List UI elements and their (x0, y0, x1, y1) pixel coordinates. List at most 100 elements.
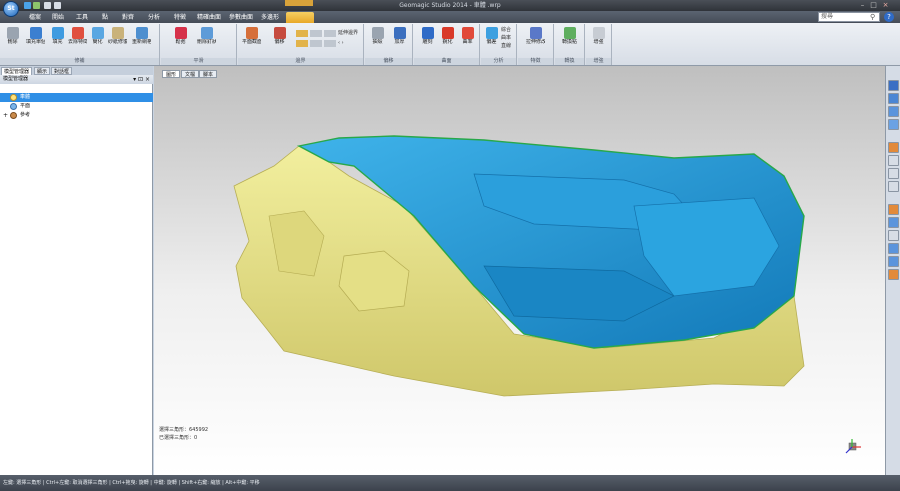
tab-file[interactable]: 檔案 (26, 12, 44, 23)
tab-points[interactable]: 點 (98, 12, 112, 23)
shape-icon[interactable] (310, 30, 322, 37)
group-features: 拉伸修改 特徵 (518, 24, 554, 65)
offset-button[interactable]: 偏移 (270, 27, 289, 51)
curvature-button[interactable]: 曲率 (458, 27, 477, 51)
deviation-button[interactable]: 偏差 (482, 27, 501, 51)
view-icon[interactable] (888, 106, 899, 117)
search-icon[interactable]: ⚲ (870, 13, 878, 21)
tab-graphics[interactable]: 圖形 (162, 70, 181, 78)
open-icon[interactable] (33, 2, 40, 9)
view-icon[interactable] (888, 80, 899, 91)
panel-title: 模型管理器 (3, 76, 29, 82)
convert-points-button[interactable]: 轉換點 (560, 27, 579, 51)
view-icon[interactable] (888, 256, 899, 267)
title-bar: Geomagic Studio 2014 - 車體 .wrp – □ × (0, 0, 900, 11)
group-label: 平滑 (161, 58, 236, 65)
view-icon[interactable] (888, 243, 899, 254)
remove-spikes-button[interactable]: 刪除釘狀物 (197, 27, 216, 51)
view-icon[interactable] (888, 204, 899, 215)
tab-align[interactable]: 對齊 (118, 12, 138, 23)
app-logo[interactable]: St (3, 1, 19, 17)
view-icon[interactable] (888, 93, 899, 104)
view-icon[interactable] (888, 155, 899, 166)
view-icon[interactable] (888, 269, 899, 280)
curvature-option[interactable]: 曲率 (501, 35, 511, 42)
nav-arrows-icon[interactable]: ‹ › (338, 40, 344, 47)
sandpaper-button[interactable]: 砂紙修復 (108, 27, 127, 51)
axis-triad-icon (845, 439, 861, 454)
tab-dialog[interactable]: 對話框 (51, 67, 73, 75)
extend-boundary-option[interactable]: 延伸邊界 (338, 30, 358, 37)
fill-single-button[interactable]: 填充單個孔 (26, 27, 45, 51)
view-icon[interactable] (888, 230, 899, 241)
tab-parametric-surfaces[interactable]: 參數曲面 (226, 12, 256, 23)
car-body-model[interactable] (154, 66, 885, 475)
context-tab-header (285, 0, 313, 6)
expand-icon[interactable]: + (3, 111, 8, 120)
graphics-viewport[interactable]: 圖形 文檔 腳本 選擇三角形：645992 已選擇三角形：0 (154, 66, 885, 475)
remove-features-button[interactable]: 去除特徵 (68, 27, 87, 51)
view-icon[interactable] (888, 142, 899, 153)
ribbon-tab-bar: 檔案 開始 工具 點 對齊 分析 特徵 精確曲面 參數曲面 多邊形 (0, 11, 900, 23)
tab-analysis[interactable]: 分析 (144, 12, 164, 23)
tab-tools[interactable]: 工具 (72, 12, 92, 23)
group-convert: 轉換點 轉換 (555, 24, 585, 65)
extrude-button[interactable]: 拉伸修改 (526, 27, 545, 51)
mesh-icon (10, 94, 17, 101)
window-title: Geomagic Studio 2014 - 車體 .wrp (399, 2, 501, 9)
fill-button[interactable]: 填充 (48, 27, 67, 51)
comprehensive-option[interactable]: 綜合 (501, 27, 511, 34)
shape-icon[interactable] (324, 40, 336, 47)
group-label: 轉換 (555, 58, 584, 65)
group-analysis: 偏差 綜合 曲率 直線 分析 (481, 24, 517, 65)
remesh-button[interactable]: 重新網格 (132, 27, 151, 51)
tab-polygons-active[interactable] (286, 12, 314, 23)
group-label: 特徵 (518, 58, 553, 65)
tree-item-reference[interactable]: + 參考 (0, 111, 153, 120)
view-icon[interactable] (888, 181, 899, 192)
tab-exact-surfaces[interactable]: 精確曲面 (196, 12, 222, 23)
enhance-button[interactable]: 增強 (589, 27, 608, 51)
shape-icon[interactable] (296, 40, 308, 47)
tab-display[interactable]: 顯示 (34, 67, 51, 75)
sharpen-button[interactable]: 銳化 (438, 27, 457, 51)
group-label: 邊界 (238, 58, 363, 65)
view-icon[interactable] (888, 119, 899, 130)
minimize-icon[interactable]: – (858, 1, 867, 9)
close-icon[interactable]: × (881, 1, 890, 9)
shell-button[interactable]: 抽殼 (368, 27, 387, 51)
tab-polygons[interactable]: 多邊形 (256, 12, 284, 23)
decimate-button[interactable]: 簡化 (88, 27, 107, 51)
reference-icon (10, 112, 17, 119)
sculpt-button[interactable]: 雕刻 (418, 27, 437, 51)
group-label: 曲面 (414, 58, 479, 65)
group-label: 修補 (0, 58, 159, 65)
tab-features[interactable]: 特徵 (170, 12, 190, 23)
redo-icon[interactable] (54, 2, 61, 9)
tree-item-body[interactable]: 車體 (0, 93, 153, 102)
shape-icon[interactable] (324, 30, 336, 37)
save-icon[interactable] (24, 2, 31, 9)
relax-button[interactable]: 鬆弛 (171, 27, 190, 51)
shape-icon[interactable] (296, 30, 308, 37)
tree-item-plane[interactable]: 平面 (0, 102, 153, 111)
tab-script[interactable]: 腳本 (199, 70, 218, 78)
delete-button[interactable]: 刪除 (3, 27, 22, 51)
tab-document[interactable]: 文檔 (181, 70, 200, 78)
line-option[interactable]: 直線 (501, 43, 511, 50)
group-label: 分析 (481, 58, 516, 65)
maximize-icon[interactable]: □ (869, 1, 878, 9)
shape-icon[interactable] (310, 40, 322, 47)
tab-model-manager[interactable]: 模型管理器 (1, 67, 33, 75)
view-icon[interactable] (888, 168, 899, 179)
model-manager-panel: 模型管理器 顯示 對話框 模型管理器 ▾ ⊡ × 車體 平面 + 參考 (0, 66, 153, 475)
undo-icon[interactable] (44, 2, 51, 9)
status-bar: 左鍵: 選擇三角形 | Ctrl+左鍵: 取消選擇三角形 | Ctrl+拖曳: … (0, 475, 900, 491)
panel-controls-icon[interactable]: ▾ ⊡ × (133, 75, 150, 84)
thicken-button[interactable]: 加厚 (390, 27, 409, 51)
help-icon[interactable]: ? (884, 12, 894, 22)
plane-cut-button[interactable]: 平面截面 (242, 27, 261, 51)
tab-home[interactable]: 開始 (48, 12, 68, 23)
view-icon[interactable] (888, 217, 899, 228)
group-label: 偏移 (365, 58, 412, 65)
